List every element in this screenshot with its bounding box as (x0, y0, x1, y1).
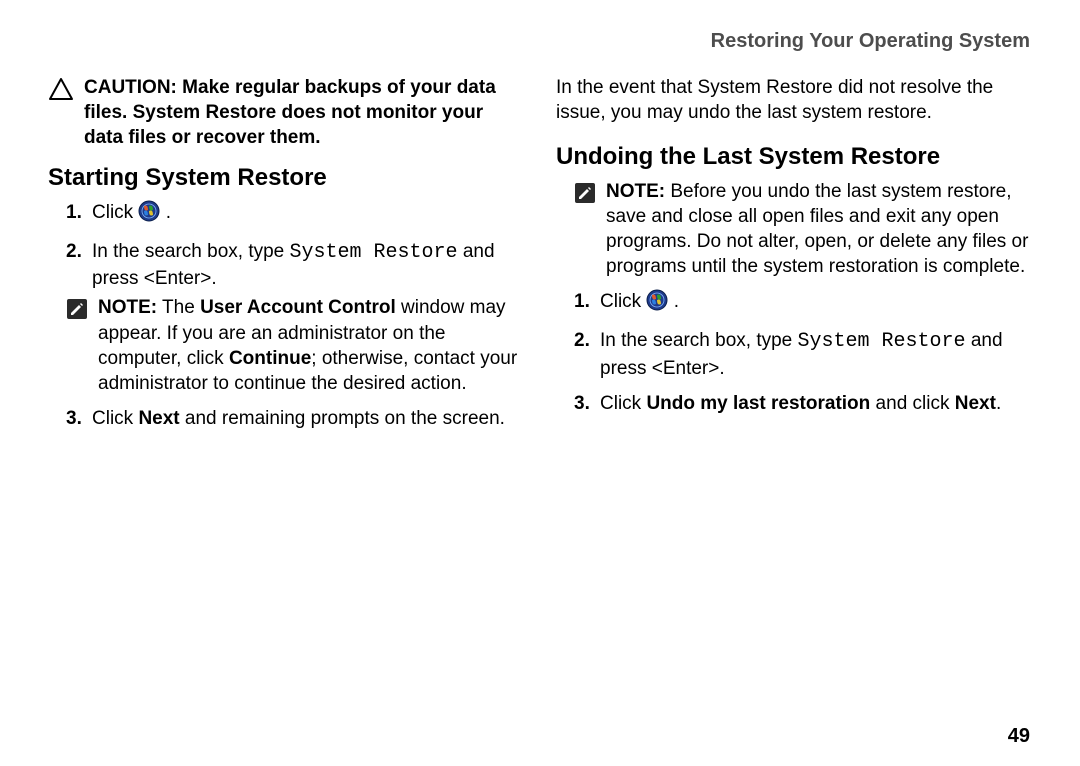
note-pencil-icon (66, 298, 88, 327)
header-title: Restoring Your Operating System (711, 30, 1030, 52)
two-column-layout: CAUTION: Make regular backups of your da… (48, 75, 1032, 721)
undoing-restore-steps: Click . In the search box, type System R… (556, 289, 1032, 416)
step-text: Click (92, 408, 138, 429)
step-text: . (996, 393, 1001, 414)
step-text: In the search box, type (600, 330, 798, 351)
caution-text: CAUTION: Make regular backups of your da… (84, 75, 524, 150)
step-text: and remaining prompts on the screen. (180, 408, 505, 429)
note-bold: Continue (229, 348, 311, 369)
note-bold: User Account Control (200, 297, 396, 318)
step-text: . (668, 291, 679, 312)
step-1: Click . (600, 289, 1032, 318)
step-1: Click . (92, 200, 524, 229)
left-column: CAUTION: Make regular backups of your da… (48, 75, 524, 721)
running-header: Restoring Your Operating System (48, 30, 1032, 53)
manual-page: Restoring Your Operating System CAUTION:… (0, 0, 1080, 766)
step-bold: Undo my last restoration (646, 393, 870, 414)
right-column: In the event that System Restore did not… (556, 75, 1032, 721)
step-2: In the search box, type System Restore a… (600, 328, 1032, 380)
step-2: In the search box, type System Restore a… (92, 239, 524, 396)
note-segment: The (157, 297, 200, 318)
note-pencil-icon (574, 182, 596, 211)
note-text: NOTE: The User Account Control window ma… (98, 295, 524, 395)
note-text: NOTE: Before you undo the last system re… (606, 179, 1032, 279)
intro-paragraph: In the event that System Restore did not… (556, 75, 1032, 125)
step-bold: Next (955, 393, 996, 414)
step-text: and click (870, 393, 954, 414)
caution-triangle-icon (48, 77, 74, 108)
starting-restore-steps: Click . In the search box, type System R… (48, 200, 524, 431)
start-button-icon (646, 289, 668, 318)
note-callout: NOTE: Before you undo the last system re… (556, 179, 1032, 279)
note-segment: Before you undo the last system restore,… (606, 181, 1028, 277)
page-number: 49 (48, 721, 1032, 766)
command-text: System Restore (798, 330, 966, 353)
start-button-icon (138, 200, 160, 229)
command-text: System Restore (290, 241, 458, 264)
step-text: Click (600, 393, 646, 414)
step-3: Click Next and remaining prompts on the … (92, 406, 524, 431)
step-3: Click Undo my last restoration and click… (600, 391, 1032, 416)
step-text: Click (600, 291, 646, 312)
section-undoing-restore: Undoing the Last System Restore (556, 141, 1032, 173)
note-label: NOTE: (98, 297, 157, 318)
step-bold: Next (138, 408, 179, 429)
caution-label: CAUTION: (84, 77, 177, 98)
step-text: In the search box, type (92, 241, 290, 262)
step-text: Click (92, 202, 138, 223)
section-starting-restore: Starting System Restore (48, 162, 524, 194)
note-callout: NOTE: The User Account Control window ma… (48, 295, 524, 395)
caution-callout: CAUTION: Make regular backups of your da… (48, 75, 524, 150)
note-label: NOTE: (606, 181, 665, 202)
step-text: . (160, 202, 171, 223)
